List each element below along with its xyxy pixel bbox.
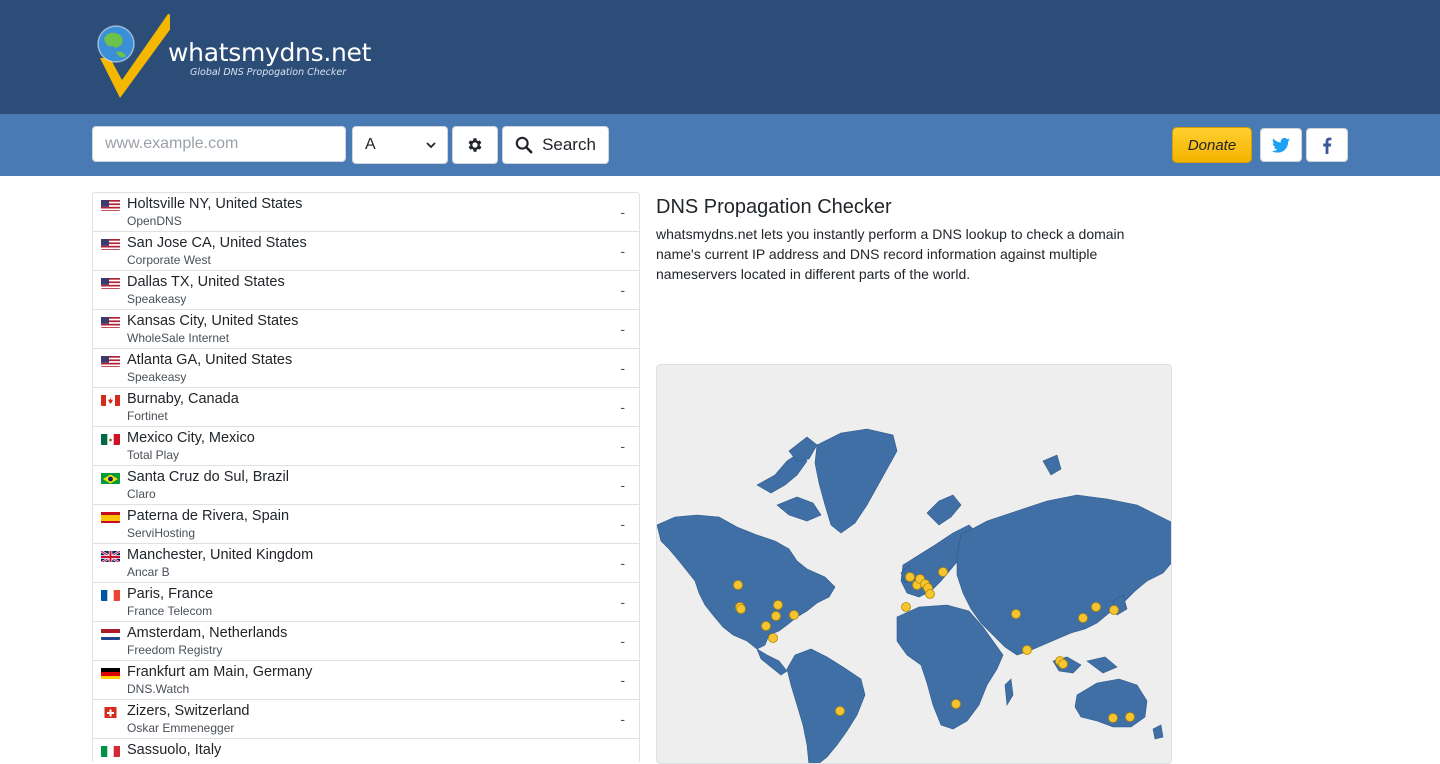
server-row: Holtsville NY, United States OpenDNS - (93, 193, 639, 232)
server-row: Paris, France France Telecom - (93, 583, 639, 622)
flag-us-icon (101, 238, 120, 250)
server-location: Manchester, United Kingdom (127, 547, 314, 563)
server-location: Paris, France (127, 586, 214, 602)
server-row: Manchester, United Kingdom Ancar B - (93, 544, 639, 583)
server-provider: Fortinet (127, 409, 168, 423)
gear-icon (468, 138, 482, 152)
flag-mx-icon (101, 433, 120, 445)
flag-us-icon (101, 355, 120, 367)
flag-ch-icon (101, 706, 120, 718)
flag-de-icon (101, 667, 120, 679)
brand-tagline: Global DNS Propogation Checker (190, 67, 347, 78)
server-row: Dallas TX, United States Speakeasy - (93, 271, 639, 310)
server-provider: Speakeasy (127, 292, 187, 306)
server-location: Dallas TX, United States (127, 274, 285, 290)
record-type-select[interactable]: A (352, 126, 448, 164)
server-location: Kansas City, United States (127, 313, 299, 329)
server-provider: Freedom Registry (127, 643, 223, 657)
server-location: Holtsville NY, United States (127, 196, 303, 212)
server-row: Atlanta GA, United States Speakeasy - (93, 349, 639, 388)
flag-us-icon (101, 199, 120, 211)
server-result: - (620, 633, 625, 649)
server-result: - (620, 321, 625, 337)
server-provider: WholeSale Internet (127, 331, 230, 345)
site-header: whatsmydns.net Global DNS Propogation Ch… (0, 0, 1440, 114)
server-row: Sassuolo, Italy (93, 739, 639, 762)
domain-search-input[interactable] (92, 126, 346, 162)
search-toolbar: A Search Donate (0, 114, 1440, 176)
donate-button[interactable]: Donate (1172, 127, 1252, 163)
flag-it-icon (101, 745, 120, 757)
brand-name: whatsmydns.net (168, 38, 372, 67)
server-provider: Total Play (127, 448, 180, 462)
server-result: - (620, 399, 625, 415)
server-result: - (620, 438, 625, 454)
server-location: Paterna de Rivera, Spain (127, 508, 290, 524)
world-map-graphic (657, 428, 1171, 763)
flag-ca-icon (101, 394, 120, 406)
dns-server-list: Holtsville NY, United States OpenDNS - San … (92, 192, 640, 762)
server-provider: Claro (127, 487, 156, 501)
server-row: Mexico City, Mexico Total Play - (93, 427, 639, 466)
settings-button[interactable] (452, 126, 498, 164)
server-row: Kansas City, United States WholeSale Inte… (93, 310, 639, 349)
server-provider: ServiHosting (127, 526, 196, 540)
world-map (656, 364, 1172, 764)
server-location: Sassuolo, Italy (127, 742, 222, 758)
server-row: Santa Cruz do Sul, Brazil Claro - (93, 466, 639, 505)
page-description: whatsmydns.net lets you instantly perfor… (656, 226, 1125, 282)
server-provider: Speakeasy (127, 370, 187, 384)
server-location: Zizers, Switzerland (127, 703, 250, 719)
flag-us-icon (101, 277, 120, 289)
server-row: Amsterdam, Netherlands Freedom Registry - (93, 622, 639, 661)
server-location: Atlanta GA, United States (127, 352, 293, 368)
server-result: - (620, 594, 625, 610)
server-provider: DNS.Watch (127, 682, 190, 696)
flag-us-icon (101, 316, 120, 328)
flag-nl-icon (101, 628, 120, 640)
record-type-value: A (365, 136, 376, 153)
server-result: - (620, 204, 625, 220)
logo-globe-check-icon (97, 14, 170, 98)
flag-es-icon (101, 511, 120, 523)
flag-gb-icon (101, 550, 120, 562)
server-row: Burnaby, Canada Fortinet - (93, 388, 639, 427)
server-provider: Oskar Emmenegger (127, 721, 235, 735)
facebook-share-button[interactable] (1306, 128, 1348, 162)
server-provider: Corporate West (127, 253, 211, 267)
server-result: - (620, 360, 625, 376)
server-row: San Jose CA, United States Corporate West… (93, 232, 639, 271)
page-title: DNS Propagation Checker (656, 196, 892, 218)
server-result: - (620, 477, 625, 493)
server-provider: OpenDNS (127, 214, 182, 228)
twitter-icon (1272, 137, 1290, 153)
server-row: Zizers, Switzerland Oskar Emmenegger - (93, 700, 639, 739)
server-result: - (620, 711, 625, 727)
server-location: Frankfurt am Main, Germany (127, 664, 313, 680)
server-result: - (620, 516, 625, 532)
server-location: Santa Cruz do Sul, Brazil (127, 469, 289, 485)
server-row: Frankfurt am Main, Germany DNS.Watch - (93, 661, 639, 700)
twitter-share-button[interactable] (1260, 128, 1302, 162)
server-location: Burnaby, Canada (127, 391, 239, 407)
server-row: Paterna de Rivera, Spain ServiHosting - (93, 505, 639, 544)
server-location: Mexico City, Mexico (127, 430, 255, 446)
server-result: - (620, 555, 625, 571)
site-logo[interactable]: whatsmydns.net Global DNS Propogation Ch… (90, 14, 371, 102)
flag-fr-icon (101, 589, 120, 601)
server-provider: France Telecom (127, 604, 213, 618)
search-icon (515, 136, 533, 154)
server-provider: Ancar B (127, 565, 170, 579)
search-button[interactable]: Search (502, 126, 609, 164)
donate-button-label: Donate (1187, 136, 1237, 154)
facebook-icon (1323, 137, 1332, 154)
server-location: Amsterdam, Netherlands (127, 625, 288, 641)
server-result: - (620, 672, 625, 688)
server-location: San Jose CA, United States (127, 235, 307, 251)
flag-br-icon (101, 472, 120, 484)
chevron-down-icon (426, 142, 436, 149)
server-result: - (620, 282, 625, 298)
server-result: - (620, 243, 625, 259)
search-button-label: Search (542, 135, 596, 154)
